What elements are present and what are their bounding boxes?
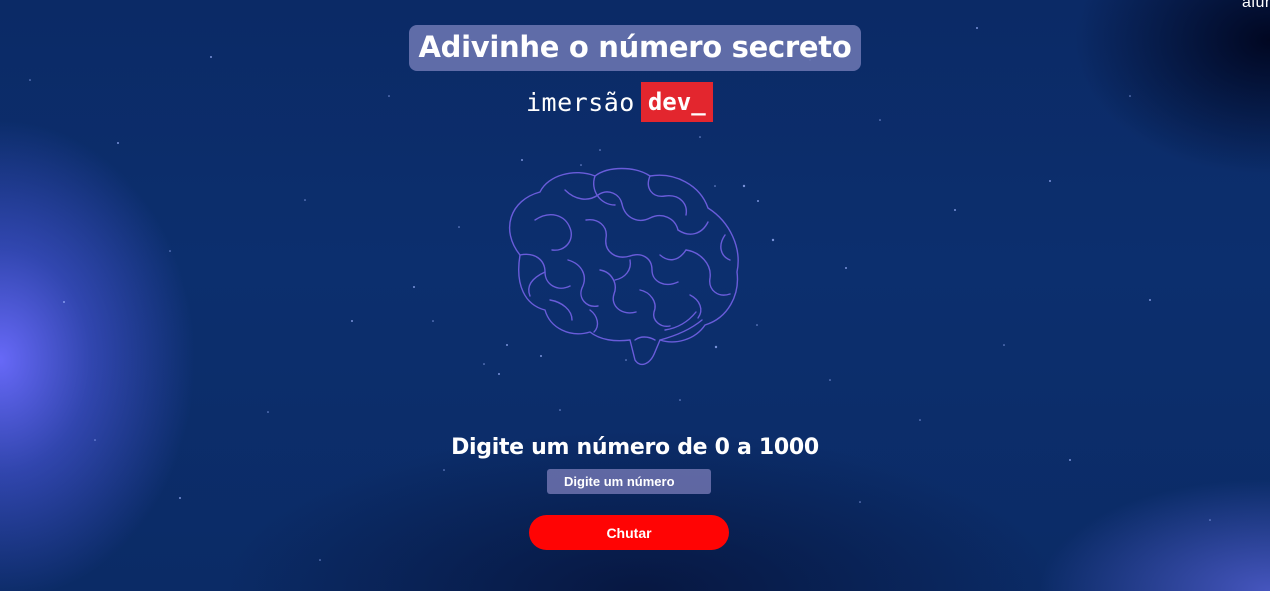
corner-logo: alura	[1242, 0, 1270, 11]
brand-logo: imersão dev_	[526, 82, 713, 122]
number-input[interactable]	[547, 469, 711, 494]
page-title: Adivinhe o número secreto	[408, 25, 862, 71]
brand-badge: dev_	[640, 82, 713, 122]
guess-button[interactable]: Chutar	[529, 515, 729, 550]
guess-prompt: Digite um número de 0 a 1000	[451, 435, 819, 460]
brain-icon	[509, 167, 739, 366]
brand-text: imersão	[526, 87, 635, 117]
